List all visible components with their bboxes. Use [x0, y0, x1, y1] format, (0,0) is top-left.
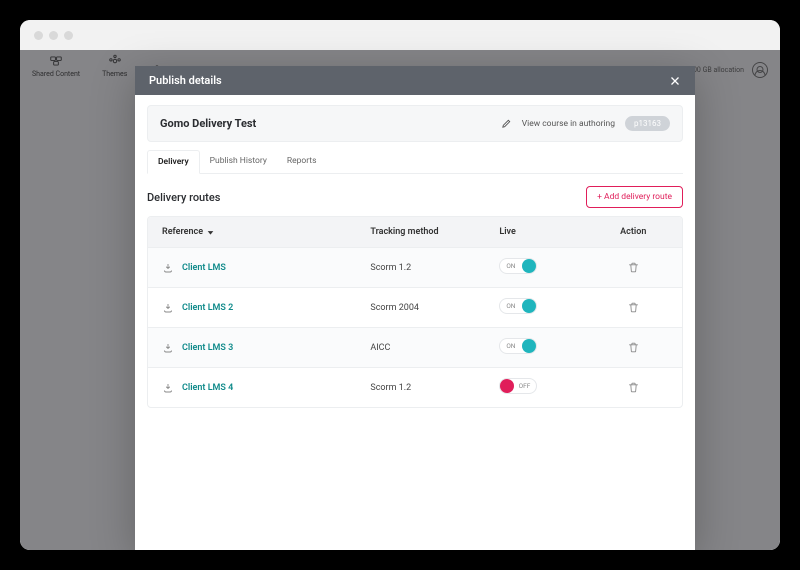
toggle-knob [522, 259, 536, 273]
trash-icon [627, 261, 640, 274]
course-code-pill: p13163 [625, 116, 670, 131]
window-dot [64, 31, 73, 40]
delivery-routes-heading: Delivery routes [147, 191, 220, 204]
live-cell: ON [499, 298, 598, 317]
window-dot [49, 31, 58, 40]
col-reference[interactable]: Reference [162, 227, 370, 237]
tab-delivery[interactable]: Delivery [147, 150, 200, 174]
add-delivery-route-button[interactable]: + Add delivery route [586, 186, 683, 208]
close-button[interactable] [669, 75, 681, 87]
table-row: Client LMS 2 Scorm 2004 ON [148, 287, 682, 327]
modal-header: Publish details [135, 66, 695, 95]
download-icon [162, 262, 174, 274]
live-cell: ON [499, 258, 598, 277]
reference-link[interactable]: Client LMS [182, 263, 226, 273]
reference-link[interactable]: Client LMS 3 [182, 343, 233, 353]
trash-icon [627, 381, 640, 394]
tab-reports[interactable]: Reports [277, 150, 327, 173]
live-toggle[interactable]: ON [499, 298, 537, 314]
window-dot [34, 31, 43, 40]
view-in-authoring-link[interactable]: View course in authoring [522, 119, 615, 129]
toggle-knob [500, 379, 514, 393]
delivery-routes-table: Reference Tracking method Live Action Cl… [147, 216, 683, 408]
table-row: Client LMS 3 AICC ON [148, 327, 682, 367]
reference-link[interactable]: Client LMS 4 [182, 383, 233, 393]
modal-title: Publish details [149, 74, 222, 87]
action-cell [599, 381, 668, 394]
course-bar: Gomo Delivery Test View course in author… [147, 105, 683, 142]
pencil-icon [501, 118, 512, 129]
delete-button[interactable] [627, 261, 640, 274]
reference-cell: Client LMS 2 [162, 302, 370, 314]
browser-frame: Shared Content Themes GB of your 100.00 … [20, 20, 780, 550]
table-row: Client LMS Scorm 1.2 ON [148, 247, 682, 287]
live-toggle[interactable]: ON [499, 338, 537, 354]
close-icon [669, 75, 681, 87]
toggle-label: ON [506, 262, 515, 270]
toggle-knob [522, 339, 536, 353]
download-icon [162, 382, 174, 394]
publish-details-modal: Publish details Gomo Delivery Test View … [135, 66, 695, 550]
sort-desc-icon [207, 229, 214, 236]
course-actions: View course in authoring p13163 [501, 116, 670, 131]
edit-course-button[interactable] [501, 118, 512, 129]
trash-icon [627, 301, 640, 314]
col-label: Reference [162, 227, 203, 237]
download-icon [162, 302, 174, 314]
action-cell [599, 261, 668, 274]
tracking-method: Scorm 1.2 [370, 263, 499, 273]
reference-cell: Client LMS 3 [162, 342, 370, 354]
tab-publish-history[interactable]: Publish History [200, 150, 277, 173]
toggle-label: ON [506, 302, 515, 310]
tracking-method: Scorm 1.2 [370, 383, 499, 393]
action-cell [599, 341, 668, 354]
table-row: Client LMS 4 Scorm 1.2 OFF [148, 367, 682, 407]
window-chrome [20, 20, 780, 50]
delivery-subheader: Delivery routes + Add delivery route [147, 186, 683, 208]
live-toggle[interactable]: ON [499, 258, 537, 274]
delete-button[interactable] [627, 341, 640, 354]
table-header: Reference Tracking method Live Action [148, 217, 682, 247]
action-cell [599, 301, 668, 314]
col-action: Action [599, 227, 668, 237]
toggle-label: ON [506, 342, 515, 350]
modal-tabs: Delivery Publish History Reports [147, 150, 683, 174]
download-icon [162, 342, 174, 354]
col-live[interactable]: Live [499, 227, 598, 237]
toggle-label: OFF [519, 382, 531, 390]
col-tracking[interactable]: Tracking method [370, 227, 499, 237]
live-toggle[interactable]: OFF [499, 378, 537, 394]
trash-icon [627, 341, 640, 354]
live-cell: ON [499, 338, 598, 357]
delete-button[interactable] [627, 381, 640, 394]
tracking-method: Scorm 2004 [370, 303, 499, 313]
reference-cell: Client LMS [162, 262, 370, 274]
course-title: Gomo Delivery Test [160, 117, 256, 130]
reference-link[interactable]: Client LMS 2 [182, 303, 233, 313]
tracking-method: AICC [370, 343, 499, 353]
reference-cell: Client LMS 4 [162, 382, 370, 394]
toggle-knob [522, 299, 536, 313]
live-cell: OFF [499, 378, 598, 397]
delete-button[interactable] [627, 301, 640, 314]
